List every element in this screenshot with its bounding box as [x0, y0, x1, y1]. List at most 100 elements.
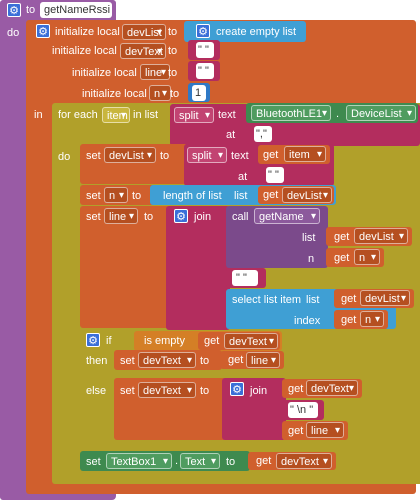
get-label: get [204, 335, 220, 347]
set-label: set [120, 355, 135, 367]
dot-label: . [336, 108, 340, 120]
dot-label: . [175, 455, 179, 467]
get-label: get [334, 252, 350, 264]
newline-text-value[interactable]: " \n " [288, 402, 318, 418]
call-label: call [232, 211, 249, 223]
select-index-label: index [294, 315, 321, 327]
init-to-label: to [170, 88, 180, 100]
length-list-label: list [234, 190, 248, 202]
set-var-n[interactable]: n [104, 187, 128, 204]
init-to-label: to [168, 26, 178, 38]
call-n-label: n [308, 253, 315, 265]
get-var-devtext[interactable]: devText [306, 380, 358, 397]
get-var-n[interactable]: n [360, 311, 384, 328]
set-var-devtext[interactable]: devText [138, 352, 196, 369]
set-to-label: to [200, 355, 210, 367]
split-at-label: at [238, 171, 248, 183]
join-label: join [194, 211, 212, 223]
text-value[interactable]: "," [254, 126, 272, 142]
set-label: set [86, 190, 101, 202]
gear-icon[interactable]: ⚙ [86, 333, 100, 347]
get-var-devtext[interactable]: devText [276, 453, 332, 470]
call-proc-dropdown[interactable]: getName [254, 208, 320, 225]
select-list-label: list [306, 294, 320, 306]
split-dropdown[interactable]: split [187, 147, 227, 164]
then-label: then [86, 355, 108, 367]
init-var-devlist[interactable]: devList [122, 24, 166, 41]
foreach-label: for each [58, 109, 98, 121]
get-label: get [341, 293, 357, 305]
in-label: in [34, 109, 43, 121]
set-label: set [86, 456, 101, 468]
textbox-property-dropdown[interactable]: Text [180, 453, 220, 470]
get-label: get [334, 231, 350, 243]
init-label: initialize local [72, 67, 137, 79]
set-var-devtext[interactable]: devText [138, 382, 196, 399]
text-value[interactable]: " " [266, 167, 284, 183]
init-var-devtext[interactable]: devText [120, 43, 166, 60]
if-label: if [106, 335, 112, 347]
procedure-name-field[interactable]: getNameRssi [40, 2, 112, 18]
init-label: initialize local [52, 45, 117, 57]
set-to-label: to [200, 385, 210, 397]
gear-icon[interactable]: ⚙ [174, 209, 188, 223]
select-list-item-label: select list item [232, 294, 302, 306]
create-empty-list-label: create empty list [216, 26, 297, 38]
text-value[interactable]: " " [196, 42, 214, 58]
init-var-line[interactable]: line [140, 64, 170, 81]
text-value[interactable]: " " [232, 270, 258, 286]
set-label: set [86, 211, 101, 223]
get-var-line[interactable]: line [246, 352, 280, 369]
init-var-n[interactable]: n [149, 85, 171, 102]
join-block[interactable] [166, 206, 230, 330]
get-var-devlist[interactable]: devList [360, 290, 410, 307]
split-dropdown[interactable]: split [174, 107, 214, 124]
else-label: else [86, 385, 107, 397]
get-var-n[interactable]: n [354, 249, 380, 266]
get-label: get [288, 425, 304, 437]
get-var-devtext[interactable]: devText [224, 333, 278, 350]
gear-icon[interactable]: ⚙ [196, 24, 210, 38]
number-value[interactable]: 1 [192, 85, 206, 101]
set-to-label: to [132, 190, 142, 202]
set-to-label: to [160, 150, 170, 162]
init-label: initialize local [55, 26, 120, 38]
foreach-item-var[interactable]: item [102, 107, 130, 124]
split-text-label: text [218, 109, 236, 121]
is-empty-label: is empty [144, 335, 185, 347]
split-text-label: text [231, 150, 249, 162]
join-label: join [250, 385, 268, 397]
set-label: set [120, 385, 135, 397]
foreach-do-label: do [58, 151, 71, 163]
init-to-label: to [168, 45, 178, 57]
call-list-label: list [302, 232, 316, 244]
set-to-label: to [226, 456, 236, 468]
get-label: get [341, 314, 357, 326]
get-var-line[interactable]: line [306, 422, 344, 439]
textbox-component-dropdown[interactable]: TextBox1 [106, 453, 172, 470]
get-label: get [263, 149, 279, 161]
set-label: set [86, 150, 101, 162]
split-at-label: at [226, 129, 236, 141]
get-var-devlist[interactable]: devList [354, 228, 408, 245]
property-dropdown[interactable]: DeviceList [346, 105, 416, 122]
gear-icon[interactable]: ⚙ [230, 382, 244, 396]
get-var-devlist[interactable]: devList [282, 187, 332, 204]
procedure-do-label: do [7, 27, 20, 39]
get-label: get [288, 383, 304, 395]
get-label: get [228, 354, 244, 366]
procedure-to-label: to [26, 4, 36, 16]
init-label: initialize local [82, 88, 147, 100]
set-to-label: to [144, 211, 154, 223]
length-of-list-label: length of list [163, 190, 222, 202]
foreach-in-list-label: in list [133, 109, 159, 121]
gear-icon[interactable]: ⚙ [7, 3, 21, 17]
text-value[interactable]: " " [196, 63, 214, 79]
set-var-line[interactable]: line [104, 208, 138, 225]
gear-icon[interactable]: ⚙ [36, 24, 50, 38]
set-line-block[interactable] [80, 206, 170, 328]
get-var-item[interactable]: item [284, 146, 326, 163]
get-label: get [263, 189, 279, 201]
component-dropdown[interactable]: BluetoothLE1 [251, 105, 331, 122]
set-var-devlist[interactable]: devList [104, 147, 156, 164]
